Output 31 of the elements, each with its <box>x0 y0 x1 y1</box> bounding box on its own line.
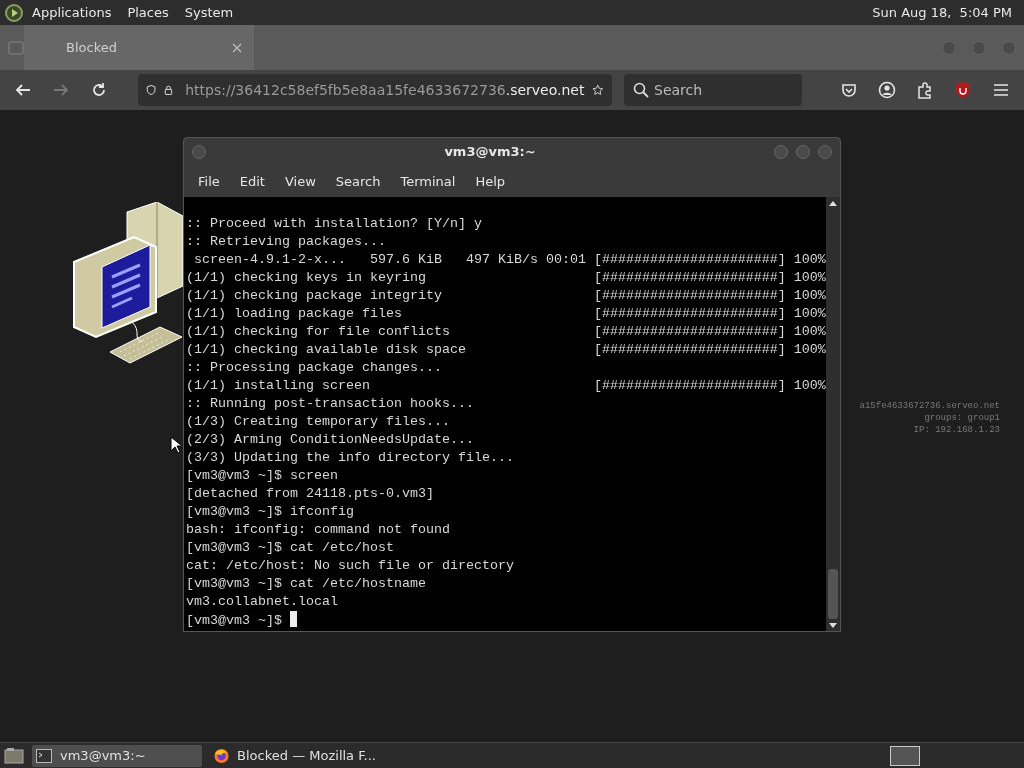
close-icon[interactable] <box>232 42 242 53</box>
tab-title: Blocked <box>66 38 118 57</box>
search-field[interactable]: Search <box>624 74 802 106</box>
panel-menu[interactable]: Applications <box>24 2 120 23</box>
terminal-icon <box>36 748 52 763</box>
menu-item[interactable]: File <box>188 171 230 191</box>
url-text: https://36412c58ef5fb5e8aa15fe4633672736.serveo.net <box>185 80 585 100</box>
reload-icon <box>90 81 108 99</box>
mouse-pointer-icon <box>170 436 181 453</box>
menu-item[interactable]: View <box>274 171 326 191</box>
window-title: vm3@vm3:~ <box>443 143 537 161</box>
taskbar-button[interactable]: Blocked — Mozilla F... <box>210 744 380 767</box>
menu-item[interactable]: Terminal <box>390 171 466 191</box>
menu-item[interactable]: Edit <box>229 171 275 191</box>
desktop-info-text: a15fe4633672736.serveo.net groups: group1 IP: 192.168.1.23 <box>859 400 1000 436</box>
taskbar-button[interactable]: vm3@vm3:~ <box>32 744 202 767</box>
menu-item[interactable]: Search <box>325 171 391 191</box>
logo-icon[interactable] <box>4 2 24 23</box>
panel-menu[interactable]: Places <box>119 2 177 23</box>
terminal-output: :: Proceed with installation? [Y/n] y :: Retrieving packages... screen-4.9.1-2-x... 597.6 KiB 497 KiB/s 00:01 [######################] 100% (1/1) checking keys in keyring [######################] 100% (1/1) checking package integrity [######################] 100% (1/1) loading package files [######################] 100% (1/1) checking for file conflicts [######################] 100% (1/1) checking available disk space [######################] 100% :: Processing package changes... (1/1) installing screen [######################] 100% :: Running post-transaction hooks... (1/3) Creating temporary files... (2/3) Arming ConditionNeedsUpdate... (3/3) Updating the info directory file... [vm3@vm3 ~]$ screen [detached from 24118.pts-0.vm3] [vm3@vm3 ~]$ ifconfig bash: ifconfig: command not found [vm3@vm3 ~]$ cat /etc/host cat: /etc/host: No such file or directory [vm3@vm3 ~]$ cat /etc/hostname vm3.collabnet.local [vm3@vm3 ~]$ <box>185 215 826 630</box>
panel-menu[interactable]: System <box>176 2 242 23</box>
address-bar[interactable]: https://36412c58ef5fb5e8aa15fe4633672736.serveo.net <box>138 74 612 106</box>
clock: Sun Aug 18, 5:04 PM <box>872 3 1013 22</box>
browser-tab[interactable]: Blocked <box>24 25 254 70</box>
search-icon <box>633 82 649 98</box>
shield-icon <box>146 82 157 98</box>
browser-icon <box>214 747 230 764</box>
scrollbar[interactable] <box>826 197 840 631</box>
show-desktop-icon[interactable] <box>4 746 24 765</box>
workspace-switcher[interactable] <box>890 745 920 766</box>
menu-item[interactable]: Help <box>465 171 516 191</box>
